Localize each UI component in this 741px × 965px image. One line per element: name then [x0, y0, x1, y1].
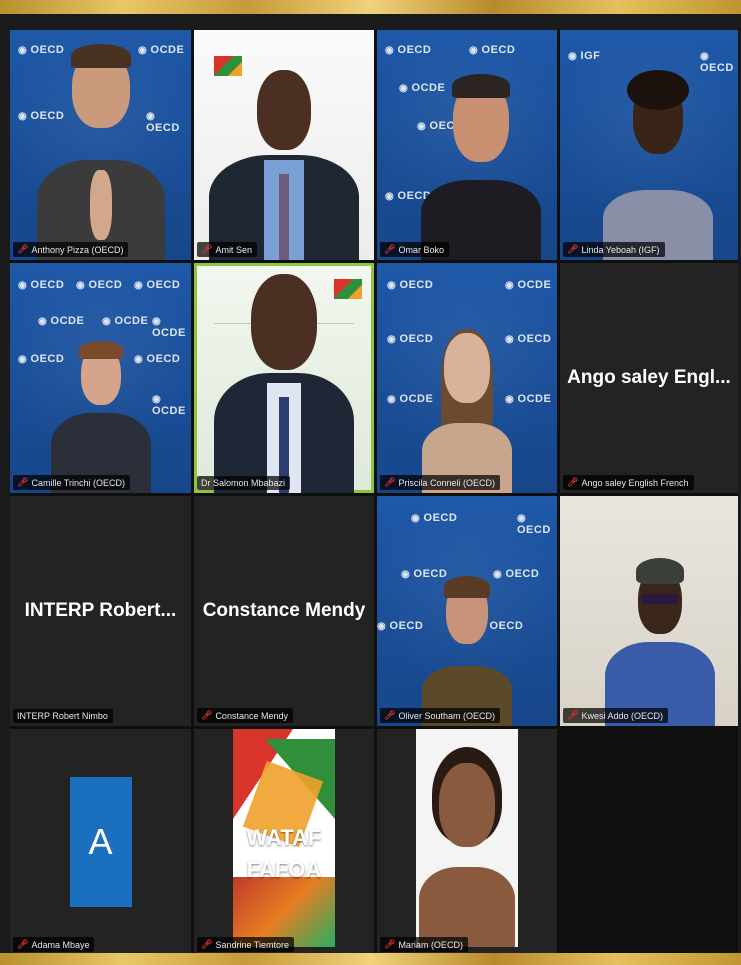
participant-name: Oliver Southam (OECD) [398, 710, 495, 721]
oecd-logo-icon: OECD [385, 44, 431, 56]
mic-muted-icon: 🎤︎ [567, 477, 579, 487]
participant-name: Sandrine Tiemtore [215, 939, 289, 950]
participant-name-tag: 🎤︎ Anthony Pizza (OECD) [13, 242, 129, 257]
participant-name-tag: 🎤︎ Priscila Conneli (OECD) [380, 475, 500, 490]
participant-name-tag: 🎤︎ Omar Boko [380, 242, 449, 257]
participant-name: Kwesi Addo (OECD) [581, 710, 663, 721]
mic-muted-icon: 🎤︎ [17, 244, 29, 254]
oecd-logo-icon: OCDE [102, 315, 148, 327]
mic-muted-icon: 🎤︎ [384, 244, 396, 254]
participant-video [421, 60, 542, 260]
participant-name: Priscila Conneli (OECD) [398, 477, 495, 488]
oecd-logo-icon: OECD [517, 512, 557, 536]
participant-name-tag: 🎤︎ Linda Yeboah (IGF) [563, 242, 665, 257]
mic-muted-icon: 🎤︎ [17, 939, 29, 949]
participant-video [602, 60, 713, 260]
participant-video [214, 268, 354, 493]
mic-muted-icon: 🎤︎ [201, 244, 213, 254]
participant-tile-p4[interactable]: IGF OECD 🎤︎ Linda Yeboah (IGF) [560, 30, 738, 260]
decorative-frame-top [0, 0, 741, 14]
participant-video [36, 30, 166, 260]
oecd-logo-icon: OECD [18, 279, 64, 291]
video-gallery-grid: OECD OCDE OECD OECD 🎤︎ Anthony Pizza (OE… [10, 30, 738, 955]
mic-muted-icon: 🎤︎ [201, 939, 213, 949]
oecd-logo-icon: OECD [411, 512, 457, 524]
participant-tile-p5[interactable]: OECD OECD OECD OCDE OCDE OCDE OECD OECD … [10, 263, 191, 493]
participant-tile-p12[interactable]: 🎤︎ Kwesi Addo (OECD) [560, 496, 738, 726]
mic-muted-icon: 🎤︎ [567, 244, 579, 254]
wataf-fafoa-logo: WATAF FAFOA [233, 729, 335, 947]
mic-muted-icon: 🎤︎ [384, 710, 396, 720]
oecd-logo-icon: OECD [469, 44, 515, 56]
igf-logo-icon: IGF [568, 50, 600, 62]
participant-tile-p10[interactable]: Constance Mendy 🎤︎ Constance Mendy [194, 496, 374, 726]
participant-name: Anthony Pizza (OECD) [31, 244, 124, 255]
participant-name-tag: 🎤︎ Camille Trinchi (OECD) [13, 475, 130, 490]
participant-name-tag: 🎤︎ Constance Mendy [197, 708, 293, 723]
participant-name: Adama Mbaye [31, 939, 90, 950]
participant-name-tag: INTERP Robert Nimbo [13, 709, 113, 723]
participant-tile-p1[interactable]: OECD OCDE OECD OECD 🎤︎ Anthony Pizza (OE… [10, 30, 191, 260]
participant-tile-p6-active-speaker[interactable]: Dr Salomon Mbabazi [194, 263, 374, 493]
participant-photo [416, 729, 518, 947]
participant-video [209, 60, 359, 260]
oecd-logo-icon: OCDE [38, 315, 84, 327]
participant-video [422, 329, 512, 493]
mic-muted-icon: 🎤︎ [17, 477, 29, 487]
decorative-frame-bottom [0, 953, 741, 965]
participant-display-name: Constance Mendy [202, 600, 366, 621]
oecd-logo-icon: OECD [387, 279, 433, 291]
participant-video [604, 556, 715, 726]
participant-video [50, 333, 151, 493]
participant-name-tag: 🎤︎ Amit Sen [197, 242, 257, 257]
logo-text-line-1: WATAF [246, 825, 322, 850]
participant-video [422, 576, 512, 726]
participant-name-tag: 🎤︎ Oliver Southam (OECD) [380, 708, 500, 723]
oecd-logo-icon: OECD [377, 620, 423, 632]
participant-tile-p11[interactable]: OECD OECD OECD OECD OECD OECD 🎤︎ Oliver … [377, 496, 557, 726]
participant-name: Ango saley English French [581, 477, 689, 488]
mic-muted-icon: 🎤︎ [201, 710, 213, 720]
participant-tile-p9[interactable]: INTERP Robert... INTERP Robert Nimbo [10, 496, 191, 726]
participant-tile-p13[interactable]: A 🎤︎ Adama Mbaye [10, 729, 191, 955]
oecd-logo-icon: OECD [134, 279, 180, 291]
participant-name-tag: Dr Salomon Mbabazi [197, 476, 291, 490]
participant-name-tag: 🎤︎ Mariam (OECD) [380, 937, 468, 952]
logo-text-line-2: FAFOA [246, 857, 322, 882]
participant-name: INTERP Robert Nimbo [17, 711, 108, 721]
participant-name: Linda Yeboah (IGF) [581, 244, 660, 255]
participant-name-tag: 🎤︎ Sandrine Tiemtore [197, 937, 294, 952]
participant-tile-p3[interactable]: OECD OECD OCDE OECD OECD 🎤︎ Omar Boko [377, 30, 557, 260]
empty-tile [560, 729, 738, 955]
participant-name-tag: 🎤︎ Ango saley English French [563, 475, 694, 490]
participant-display-name: INTERP Robert... [24, 600, 177, 621]
participant-name-tag: 🎤︎ Adama Mbaye [13, 937, 95, 952]
participant-display-name: Ango saley Engl... [567, 367, 731, 388]
participant-name: Camille Trinchi (OECD) [31, 477, 125, 488]
participant-avatar: A [69, 777, 132, 907]
participant-tile-p2[interactable]: 🎤︎ Amit Sen [194, 30, 374, 260]
participant-name: Constance Mendy [215, 710, 288, 721]
participant-tile-p14[interactable]: WATAF FAFOA 🎤︎ Sandrine Tiemtore [194, 729, 374, 955]
participant-name: Amit Sen [215, 244, 252, 255]
participant-name: Mariam (OECD) [398, 939, 463, 950]
participant-name: Dr Salomon Mbabazi [201, 478, 286, 488]
participant-tile-p8[interactable]: Ango saley Engl... 🎤︎ Ango saley English… [560, 263, 738, 493]
participant-name-tag: 🎤︎ Kwesi Addo (OECD) [563, 708, 668, 723]
oecd-logo-icon: OCDE [152, 315, 191, 339]
participant-name: Omar Boko [398, 244, 444, 255]
mic-muted-icon: 🎤︎ [384, 477, 396, 487]
participant-tile-p15[interactable]: 🎤︎ Mariam (OECD) [377, 729, 557, 955]
mic-muted-icon: 🎤︎ [567, 710, 579, 720]
oecd-logo-icon: OCDE [152, 393, 191, 417]
participant-tile-p7[interactable]: OECD OCDE OECD OECD OCDE OCDE 🎤︎ Priscil… [377, 263, 557, 493]
oecd-logo-icon: OECD [76, 279, 122, 291]
oecd-logo-icon: OCDE [505, 279, 551, 291]
mic-muted-icon: 🎤︎ [384, 939, 396, 949]
